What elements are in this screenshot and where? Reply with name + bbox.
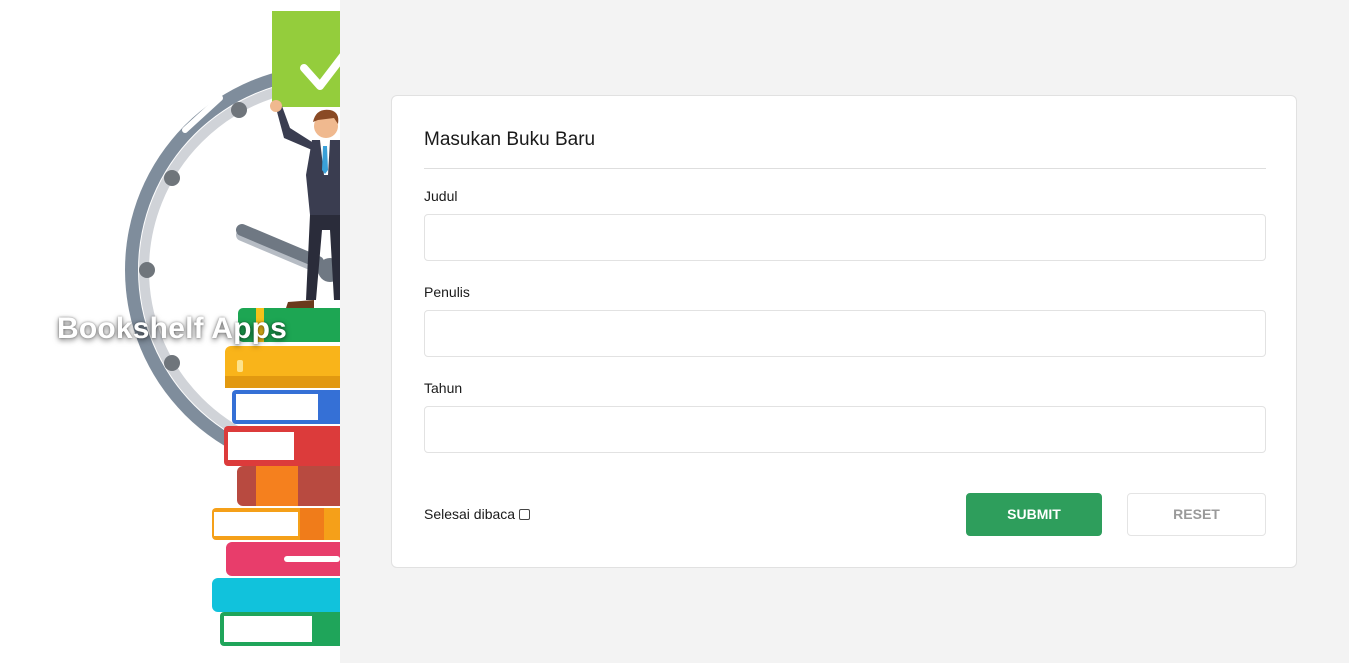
year-input[interactable]: [424, 406, 1266, 453]
reset-button[interactable]: RESET: [1127, 493, 1266, 536]
submit-button[interactable]: SUBMIT: [966, 493, 1102, 536]
year-label: Tahun: [424, 380, 463, 396]
author-label: Penulis: [424, 284, 470, 300]
read-checkbox[interactable]: [519, 508, 531, 520]
app-title: Bookshelf Apps: [57, 312, 288, 345]
books-stack-icon: [212, 308, 340, 646]
new-book-form: Masukan Buku Baru Judul Penulis Tahun Se…: [391, 95, 1297, 568]
hero-panel: Bookshelf Apps: [0, 0, 340, 663]
author-input[interactable]: [424, 310, 1266, 357]
main-area: Masukan Buku Baru Judul Penulis Tahun Se…: [340, 0, 1349, 663]
form-heading: Masukan Buku Baru: [424, 129, 596, 150]
title-label: Judul: [424, 188, 458, 204]
read-checkbox-row: Selesai dibaca: [424, 506, 531, 522]
check-icon: [272, 11, 340, 107]
title-input[interactable]: [424, 214, 1266, 261]
heading-divider: [424, 168, 1266, 169]
read-checkbox-label: Selesai dibaca: [424, 506, 516, 522]
